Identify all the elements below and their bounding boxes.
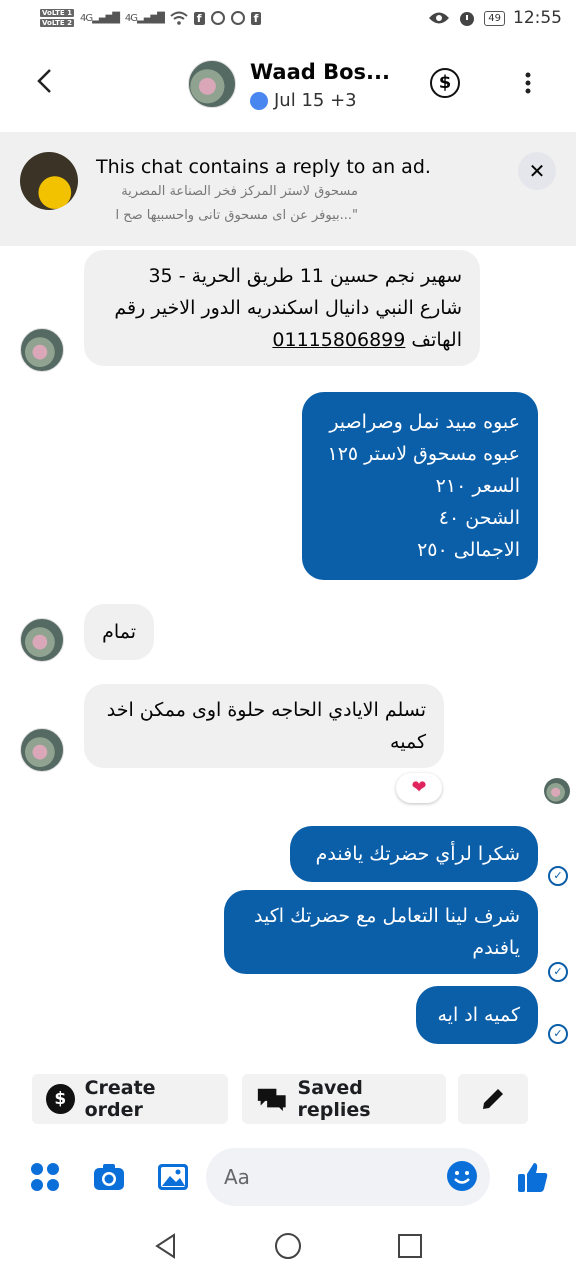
outgoing-message[interactable]: شكرا لرأي حضرتك يافندم	[290, 826, 538, 882]
ad-text-line-1: مسحوق لاستر المركز فخر الصناعة المصرية	[121, 184, 358, 199]
system-nav-bar	[0, 1210, 576, 1280]
message-composer	[0, 1144, 576, 1210]
message-line: سهير نجم حسين 11 طريق الحرية - 35	[148, 265, 462, 287]
contact-avatar[interactable]	[188, 60, 236, 108]
volte-1-badge: VoLTE 1	[40, 9, 75, 17]
battery-icon: 49	[484, 10, 505, 26]
message-line: عبوه مسحوق لاستر ١٢٥	[327, 443, 520, 465]
sender-avatar[interactable]	[20, 328, 64, 372]
thumbs-up-icon[interactable]	[516, 1160, 550, 1194]
message-line: يافندم	[472, 937, 520, 959]
nav-recents-icon[interactable]	[396, 1232, 424, 1260]
messenger-notification-icon	[230, 11, 245, 25]
message-line: عبوه مبيد نمل وصراصير	[329, 411, 520, 433]
outgoing-message[interactable]: شرف لينا التعامل مع حضرتك اكيد يافندم	[224, 890, 538, 974]
nav-home-icon[interactable]	[274, 1232, 302, 1260]
volte-2-badge: VoLTE 2	[40, 19, 75, 27]
status-bar: VoLTE 1 VoLTE 2 4G▂▄▆█ 4G▂▄▆█ f f 49 12:…	[0, 0, 576, 36]
incoming-message[interactable]: تمام	[84, 604, 154, 660]
facebook-notification-icon-2: f	[250, 11, 262, 25]
incoming-message[interactable]: سهير نجم حسين 11 طريق الحرية - 35 شارع ا…	[84, 250, 480, 366]
clock: 12:55	[513, 8, 562, 28]
eye-icon	[429, 12, 450, 24]
sender-avatar[interactable]	[20, 728, 64, 772]
message-line: شارع النبي دانيال اسكندريه الدور الاخير …	[114, 297, 462, 319]
sender-avatar[interactable]	[20, 618, 64, 662]
status-right: 49 12:55	[428, 8, 562, 28]
chat-header: Waad Bos... Jul 15 +3 $	[0, 36, 576, 132]
emoji-icon[interactable]	[446, 1160, 478, 1192]
seen-avatar	[544, 778, 570, 804]
facebook-notification-icon: f	[193, 11, 205, 25]
saved-replies-button[interactable]: Saved replies	[242, 1074, 446, 1124]
menu-grid-icon[interactable]	[28, 1160, 62, 1194]
back-arrow-icon[interactable]	[30, 66, 60, 96]
label-dot-icon	[250, 91, 268, 110]
ad-reply-banner: This chat contains a reply to an ad. مسح…	[0, 132, 576, 246]
create-order-label: Create order	[84, 1077, 156, 1121]
delivered-check-icon: ✓	[548, 962, 568, 982]
message-line: السعر ٢١٠	[435, 475, 520, 497]
message-line: الاجمالى ٢٥٠	[417, 539, 520, 561]
status-left: VoLTE 1 VoLTE 2 4G▂▄▆█ 4G▂▄▆█ f f	[40, 9, 262, 27]
outgoing-message[interactable]: عبوه مبيد نمل وصراصير عبوه مسحوق لاستر ١…	[302, 392, 538, 580]
signal-2-icon: 4G▂▄▆█	[124, 12, 165, 24]
delivered-check-icon: ✓	[548, 866, 568, 886]
message-line: الشحن ٤٠	[438, 507, 520, 529]
message-text: شكرا لرأي حضرتك يافندم	[315, 843, 520, 865]
ad-thumbnail[interactable]	[20, 152, 78, 210]
message-text: تمام	[102, 621, 136, 643]
dollar-icon: $	[46, 1084, 75, 1114]
contact-subtitle: Jul 15 +3	[250, 90, 357, 111]
more-options-icon[interactable]	[518, 68, 538, 98]
edit-button[interactable]	[458, 1074, 528, 1124]
outgoing-message[interactable]: كميه اد ايه	[416, 986, 538, 1044]
seen-check-icon: ✓	[548, 1024, 568, 1044]
message-line: كميه	[390, 731, 426, 753]
pencil-icon	[483, 1089, 503, 1109]
close-banner-button[interactable]: ✕	[518, 152, 556, 190]
ad-banner-title: This chat contains a reply to an ad.	[96, 156, 431, 178]
whatsapp-notification-icon	[210, 11, 225, 25]
subtitle-text: Jul 15 +3	[274, 90, 357, 111]
signal-1-icon: 4G▂▄▆█	[80, 12, 120, 24]
message-line: الهاتف 01115806899	[272, 329, 462, 351]
gallery-icon[interactable]	[156, 1160, 190, 1194]
ad-text-line-2: "...بيوفر عن اى مسحوق تانى واحسبيها صح ا	[115, 208, 358, 223]
payment-button[interactable]: $	[430, 68, 460, 98]
message-line: تسلم الايادي الحاجه حلوة اوى ممكن اخد	[106, 699, 426, 721]
message-text: كميه اد ايه	[437, 1004, 520, 1026]
heart-reaction-icon[interactable]: ❤	[396, 773, 442, 803]
phone-link[interactable]: 01115806899	[272, 329, 405, 351]
incoming-message[interactable]: تسلم الايادي الحاجه حلوة اوى ممكن اخد كم…	[84, 684, 444, 768]
saved-replies-label: Saved replies	[297, 1077, 371, 1121]
wifi-icon	[170, 11, 188, 25]
message-line: شرف لينا التعامل مع حضرتك اكيد	[254, 905, 520, 927]
nav-back-icon[interactable]	[152, 1232, 180, 1260]
volte-indicators: VoLTE 1 VoLTE 2	[40, 9, 75, 27]
chat-bubbles-icon	[257, 1088, 286, 1112]
create-order-button[interactable]: $ Create order	[32, 1074, 228, 1124]
camera-icon[interactable]	[92, 1160, 126, 1194]
alarm-icon	[460, 12, 475, 26]
contact-name[interactable]: Waad Bos...	[250, 60, 390, 84]
